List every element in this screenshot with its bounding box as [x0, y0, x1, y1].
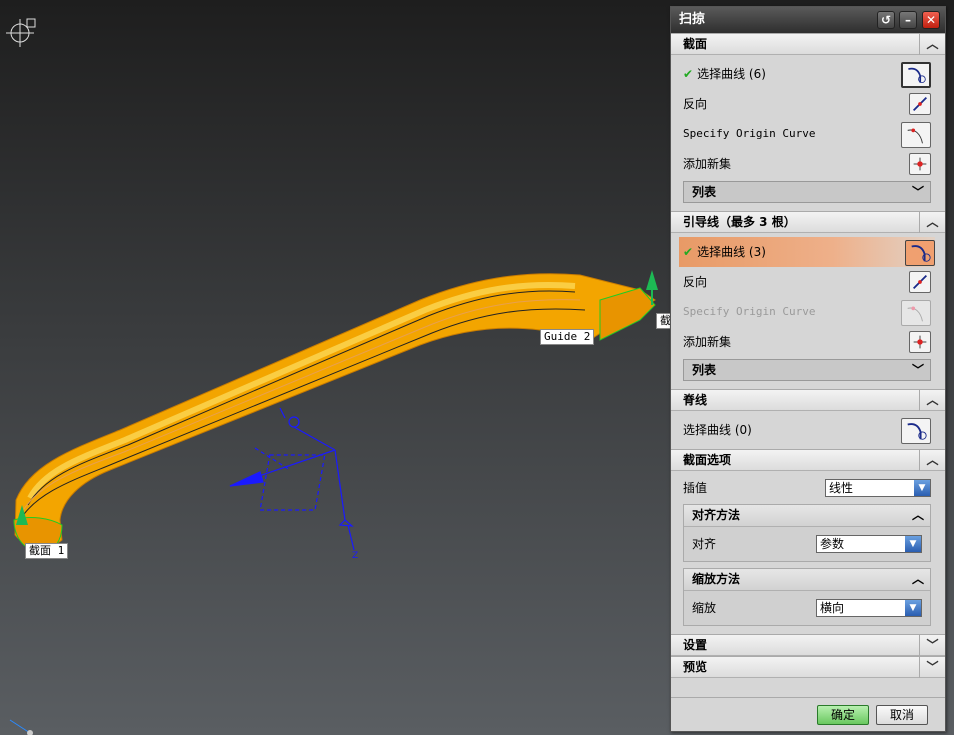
- alignment-value: 参数: [820, 537, 845, 551]
- chevron-up-icon[interactable]: ︿: [919, 212, 945, 233]
- guide-origin-curve-row: Specify Origin Curve: [683, 297, 931, 327]
- section-options-title: 截面选项: [683, 453, 732, 467]
- scaling-label: 缩放: [692, 601, 717, 615]
- ok-button[interactable]: 确定: [817, 705, 869, 725]
- chevron-up-icon[interactable]: ︿: [919, 390, 945, 411]
- section-origin-curve-row[interactable]: Specify Origin Curve: [683, 119, 931, 149]
- section-group-body: ✔选择曲线 (6) 反向 Specify Origin Curve 添加新集: [671, 55, 945, 211]
- select-curve-count: (6): [748, 67, 766, 81]
- interpolation-label: 插值: [683, 481, 708, 495]
- guide-add-set-row[interactable]: 添加新集: [683, 327, 931, 357]
- swept-tube-body: [13, 273, 656, 553]
- select-curve-icon[interactable]: [901, 418, 931, 444]
- view-triad-icon: [6, 18, 36, 47]
- scaling-select[interactable]: 横向 ▼: [816, 599, 922, 617]
- scaling-row: 缩放 横向 ▼: [692, 593, 922, 623]
- csys-triad: [229, 407, 355, 551]
- reverse-direction-icon[interactable]: [909, 271, 931, 293]
- alignment-group: 对齐方法 ︿ 对齐 参数 ▼: [683, 504, 931, 562]
- dropdown-arrow-icon[interactable]: ▼: [905, 600, 921, 616]
- select-curve-count: (0): [734, 423, 752, 437]
- guide-group-body: ✔选择曲线 (3) 反向 Specify Origin Curve 添加新集: [671, 233, 945, 389]
- scaling-group-title: 缩放方法: [692, 572, 741, 586]
- spine-group-header[interactable]: 脊线 ︿: [671, 389, 945, 411]
- alignment-label: 对齐: [692, 537, 717, 551]
- dialog-title: 扫掠: [679, 12, 706, 27]
- guide-select-curve-row[interactable]: ✔ 选择曲线 (3): [679, 237, 935, 267]
- scaling-group: 缩放方法 ︿ 缩放 横向 ▼: [683, 568, 931, 626]
- chevron-down-icon[interactable]: ﹀: [919, 635, 945, 656]
- reverse-direction-icon[interactable]: [909, 93, 931, 115]
- select-curve-count: (3): [748, 245, 766, 259]
- section-select-curve-row[interactable]: ✔ 选择曲线 (6): [683, 59, 931, 89]
- alignment-group-header[interactable]: 对齐方法 ︿: [684, 505, 930, 527]
- alignment-group-title: 对齐方法: [692, 508, 741, 522]
- section-group-title: 截面: [683, 37, 708, 51]
- origin-curve-icon: [901, 300, 931, 326]
- origin-curve-label: Specify Origin Curve: [683, 305, 816, 318]
- chevron-down-icon[interactable]: ﹀: [919, 657, 945, 678]
- checkmark-icon: ✔: [683, 245, 694, 259]
- alignment-select[interactable]: 参数 ▼: [816, 535, 922, 553]
- cancel-button[interactable]: 取消: [876, 705, 928, 725]
- chevron-up-icon[interactable]: ︿: [912, 505, 924, 525]
- list-label: 列表: [692, 363, 717, 377]
- select-curve-icon[interactable]: [905, 240, 935, 266]
- add-set-label: 添加新集: [683, 157, 732, 171]
- select-curve-label: 选择曲线: [683, 423, 732, 437]
- chevron-down-icon: ﹀: [911, 185, 924, 199]
- section-list-toggle[interactable]: 列表 ﹀: [683, 181, 931, 203]
- guide-group-header[interactable]: 引导线（最多 3 根） ︿: [671, 211, 945, 233]
- list-label: 列表: [692, 185, 717, 199]
- section-options-header[interactable]: 截面选项 ︿: [671, 449, 945, 471]
- reverse-label: 反向: [683, 275, 708, 289]
- add-set-icon[interactable]: [909, 153, 931, 175]
- chevron-up-icon[interactable]: ︿: [912, 569, 924, 589]
- spine-group-title: 脊线: [683, 393, 708, 407]
- guide-group-title: 引导线（最多 3 根）: [683, 215, 796, 229]
- interpolation-value: 线性: [829, 481, 854, 495]
- preview-group-header[interactable]: 预览 ﹀: [671, 656, 945, 678]
- close-icon[interactable]: ✕: [922, 11, 940, 29]
- minimize-icon[interactable]: –: [899, 11, 917, 29]
- dropdown-arrow-icon[interactable]: ▼: [905, 536, 921, 552]
- origin-curve-label: Specify Origin Curve: [683, 127, 816, 140]
- chevron-down-icon: ﹀: [911, 363, 924, 377]
- scaling-group-header[interactable]: 缩放方法 ︿: [684, 569, 930, 591]
- dialog-footer: 确定 取消: [671, 697, 945, 731]
- section-add-set-row[interactable]: 添加新集: [683, 149, 931, 179]
- dropdown-arrow-icon[interactable]: ▼: [914, 480, 930, 496]
- spine-select-curve-row[interactable]: 选择曲线 (0): [683, 415, 931, 445]
- origin-curve-icon[interactable]: [901, 122, 931, 148]
- section-options-body: 插值 线性 ▼ 对齐方法 ︿ 对齐 参数 ▼ 缩放方法 ︿ 缩放 横向 ▼: [671, 471, 945, 634]
- reverse-label: 反向: [683, 97, 708, 111]
- section-group-header[interactable]: 截面 ︿: [671, 33, 945, 55]
- settings-group-title: 设置: [683, 638, 708, 652]
- guide-reverse-row[interactable]: 反向: [683, 267, 931, 297]
- spine-group-body: 选择曲线 (0): [671, 411, 945, 449]
- absolute-triad-icon: [9, 719, 33, 735]
- checkmark-icon: ✔: [683, 67, 694, 81]
- select-curve-label: 选择曲线: [697, 245, 746, 259]
- axis-z-label: Z: [352, 551, 358, 561]
- settings-group-header[interactable]: 设置 ﹀: [671, 634, 945, 656]
- select-curve-icon[interactable]: [901, 62, 931, 88]
- scaling-value: 横向: [820, 601, 845, 615]
- add-set-label: 添加新集: [683, 335, 732, 349]
- guide-list-toggle[interactable]: 列表 ﹀: [683, 359, 931, 381]
- select-curve-label: 选择曲线: [697, 67, 746, 81]
- add-set-icon[interactable]: [909, 331, 931, 353]
- interpolation-select[interactable]: 线性 ▼: [825, 479, 931, 497]
- section-reverse-row[interactable]: 反向: [683, 89, 931, 119]
- chevron-up-icon[interactable]: ︿: [919, 34, 945, 55]
- sweep-dialog: 扫掠 ↺ – ✕ 截面 ︿ ✔ 选择曲线 (6) 反向 Specify Origi…: [670, 6, 946, 732]
- preview-group-title: 预览: [683, 660, 708, 674]
- interpolation-row: 插值 线性 ▼: [683, 475, 931, 501]
- section-1-label: 截面 1: [25, 543, 69, 559]
- dialog-titlebar[interactable]: 扫掠 ↺ – ✕: [671, 7, 945, 33]
- guide-2-label: Guide 2: [540, 329, 595, 345]
- alignment-row: 对齐 参数 ▼: [692, 529, 922, 559]
- chevron-up-icon[interactable]: ︿: [919, 450, 945, 471]
- reset-icon[interactable]: ↺: [877, 11, 895, 29]
